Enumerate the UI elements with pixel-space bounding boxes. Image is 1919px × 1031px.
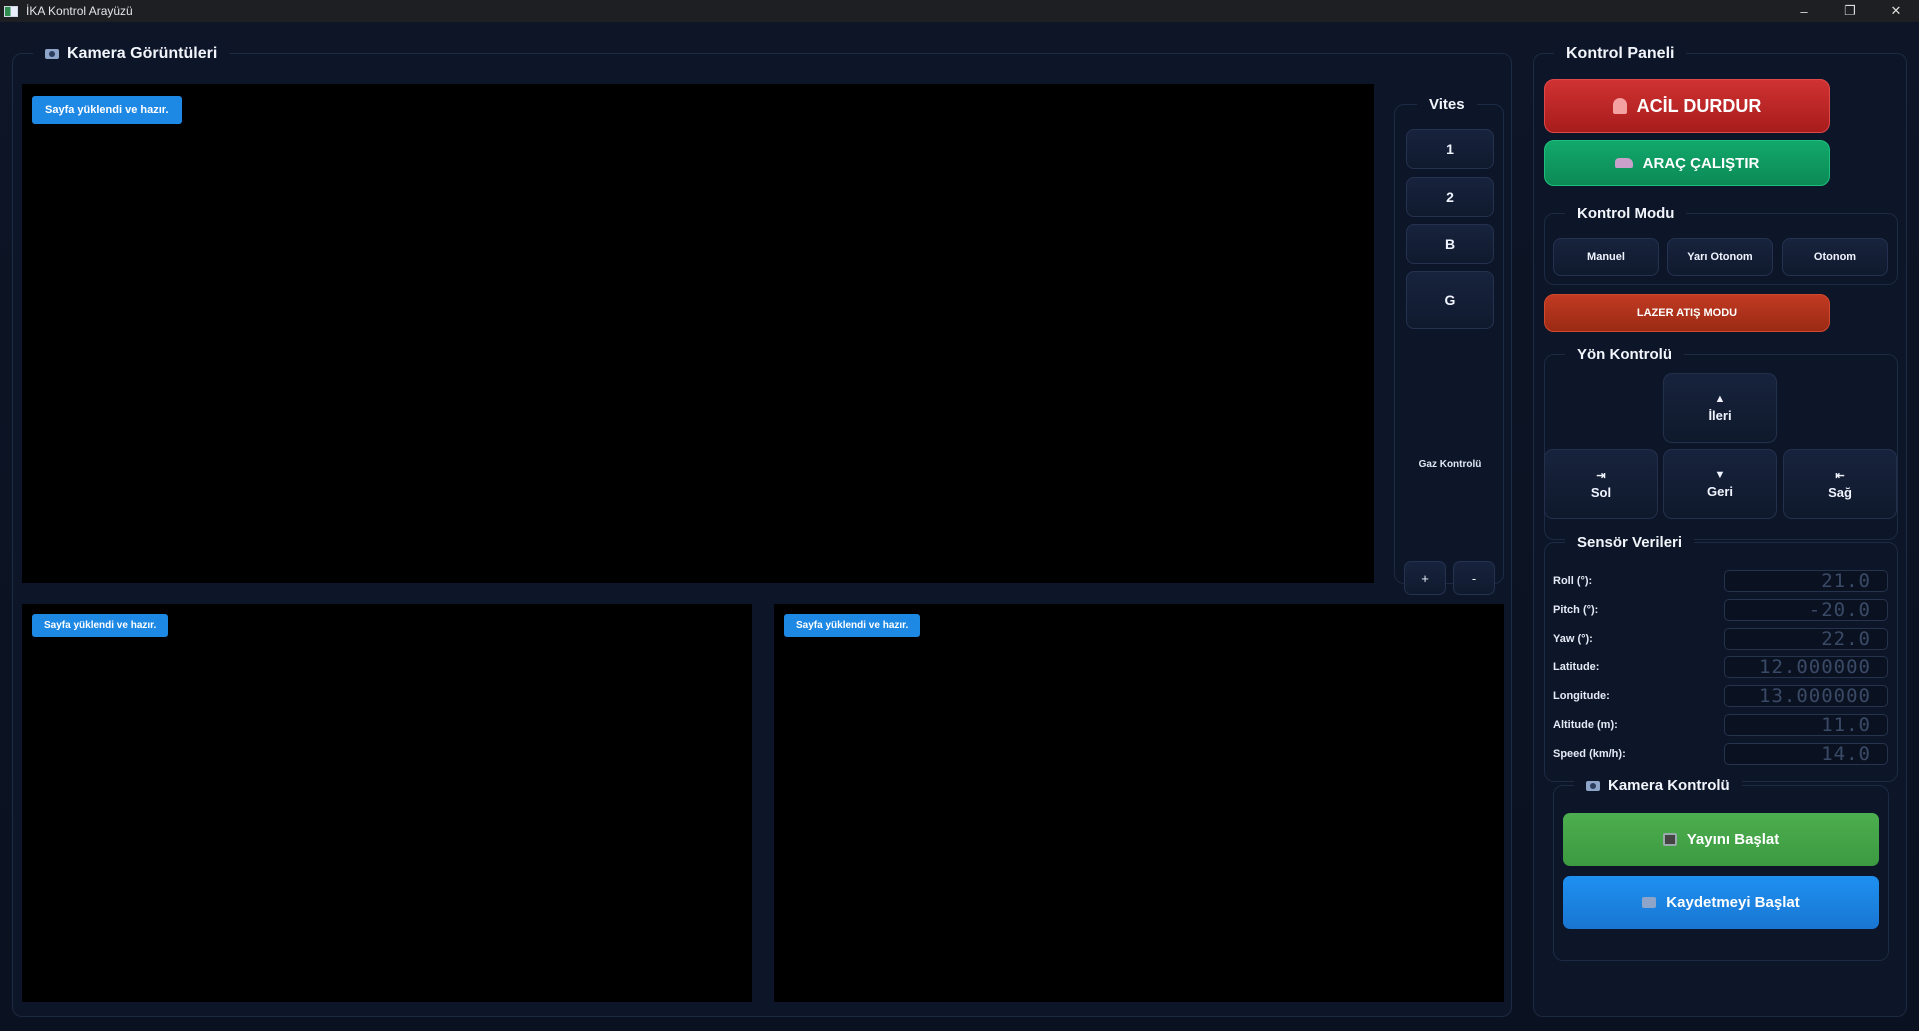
mode-manual-button[interactable]: Manuel (1553, 238, 1659, 276)
arrow-left-icon: ⇥ (1596, 469, 1606, 482)
gas-minus-button[interactable]: - (1453, 561, 1495, 595)
sensor-value-pitch: -20.0 (1724, 599, 1888, 621)
camera-view-right[interactable]: Sayfa yüklendi ve hazır. (774, 604, 1504, 1002)
start-record-label: Kaydetmeyi Başlat (1666, 894, 1800, 911)
direction-left-label: Sol (1590, 484, 1612, 500)
control-panel-title: Kontrol Paneli (1554, 42, 1687, 66)
film-icon (1662, 833, 1677, 846)
sensor-value-speed: 14.0 (1724, 743, 1888, 765)
arrow-down-icon: ▼ (1714, 469, 1726, 481)
laser-mode-button[interactable]: LAZER ATIŞ MODU (1544, 294, 1830, 332)
direction-forward-label: İleri (1708, 408, 1732, 423)
direction-forward-button[interactable]: ▲ İleri (1663, 373, 1777, 443)
run-vehicle-button[interactable]: ARAÇ ÇALIŞTIR (1544, 140, 1830, 186)
mode-semi-autonomous-button[interactable]: Yarı Otonom (1667, 238, 1773, 276)
start-stream-label: Yayını Başlat (1686, 831, 1780, 848)
app-root: Kamera Görüntüleri Sayfa yüklendi ve haz… (0, 22, 1919, 1031)
window-titlebar: İKA Kontrol Arayüzü – ❐ ✕ (0, 0, 1919, 22)
sensor-label-pitch: Pitch (°): (1553, 604, 1599, 616)
status-toast: Sayfa yüklendi ve hazır. (32, 614, 169, 637)
car-icon (1614, 158, 1633, 168)
gear-group: Vites 1 2 B G Gaz Kontrolü + - (1394, 93, 1504, 595)
sensor-value-yaw: 22.0 (1724, 628, 1888, 650)
status-toast: Sayfa yüklendi ve hazır. (784, 614, 921, 637)
app-icon (4, 5, 18, 17)
gas-plus-button[interactable]: + (1404, 561, 1446, 595)
window-title: İKA Kontrol Arayüzü (26, 4, 133, 18)
direction-right-button[interactable]: ⇤ Sağ (1783, 449, 1897, 519)
siren-icon (1612, 98, 1627, 114)
camera-control-group: Kamera Kontrolü (1553, 774, 1889, 961)
close-icon[interactable]: ✕ (1873, 0, 1919, 22)
arrow-right-icon: ⇤ (1835, 469, 1845, 482)
mode-autonomous-button[interactable]: Otonom (1782, 238, 1888, 276)
camera-icon (45, 49, 59, 59)
gear-2-button[interactable]: 2 (1406, 177, 1494, 217)
status-toast: Sayfa yüklendi ve hazır. (32, 96, 182, 124)
gear-g-button[interactable]: G (1406, 271, 1494, 329)
direction-left-button[interactable]: ⇥ Sol (1544, 449, 1658, 519)
video-camera-icon (1642, 897, 1657, 908)
direction-title: Yön Kontrolü (1565, 343, 1684, 366)
sensor-label-latitude: Latitude: (1553, 661, 1600, 673)
emergency-stop-label: ACİL DURDUR (1636, 95, 1762, 116)
sensor-label-yaw: Yaw (°): (1553, 633, 1593, 645)
gear-b-button[interactable]: B (1406, 224, 1494, 264)
sensor-label-speed: Speed (km/h): (1553, 748, 1626, 760)
run-vehicle-label: ARAÇ ÇALIŞTIR (1642, 154, 1760, 172)
minimize-icon[interactable]: – (1781, 0, 1827, 22)
direction-back-label: Geri (1706, 484, 1733, 499)
emergency-stop-button[interactable]: ACİL DURDUR (1544, 79, 1830, 133)
gear-group-title: Vites (1417, 93, 1477, 116)
camera-control-title: Kamera Kontrolü (1574, 774, 1742, 797)
sensor-label-longitude: Longitude: (1553, 690, 1610, 702)
direction-right-label: Sağ (1828, 484, 1852, 500)
arrow-up-icon: ▲ (1714, 393, 1726, 405)
camera-group-title: Kamera Görüntüleri (33, 42, 230, 66)
sensor-label-roll: Roll (°): (1553, 575, 1593, 587)
start-record-button[interactable]: Kaydetmeyi Başlat (1563, 876, 1879, 929)
camera-view-main[interactable]: Sayfa yüklendi ve hazır. (22, 84, 1374, 583)
sensor-value-longitude: 13.000000 (1724, 685, 1888, 707)
camera-control-title-text: Kamera Kontrolü (1608, 777, 1730, 794)
camera-icon (1586, 780, 1600, 791)
sensor-label-altitude: Altitude (m): (1553, 719, 1618, 731)
camera-group-title-text: Kamera Görüntüleri (67, 45, 218, 62)
window-controls: – ❐ ✕ (1781, 0, 1919, 22)
start-stream-button[interactable]: Yayını Başlat (1563, 813, 1879, 866)
sensor-value-latitude: 12.000000 (1724, 656, 1888, 678)
restore-icon[interactable]: ❐ (1827, 0, 1873, 22)
camera-view-left[interactable]: Sayfa yüklendi ve hazır. (22, 604, 752, 1002)
sensor-value-roll: 21.0 (1724, 570, 1888, 592)
sensor-title: Sensör Verileri (1565, 531, 1695, 554)
gas-control-label: Gaz Kontrolü (1418, 459, 1482, 470)
gear-1-button[interactable]: 1 (1406, 129, 1494, 169)
sensor-value-altitude: 11.0 (1724, 714, 1888, 736)
direction-back-button[interactable]: ▼ Geri (1663, 449, 1777, 519)
control-mode-title: Kontrol Modu (1565, 202, 1687, 225)
